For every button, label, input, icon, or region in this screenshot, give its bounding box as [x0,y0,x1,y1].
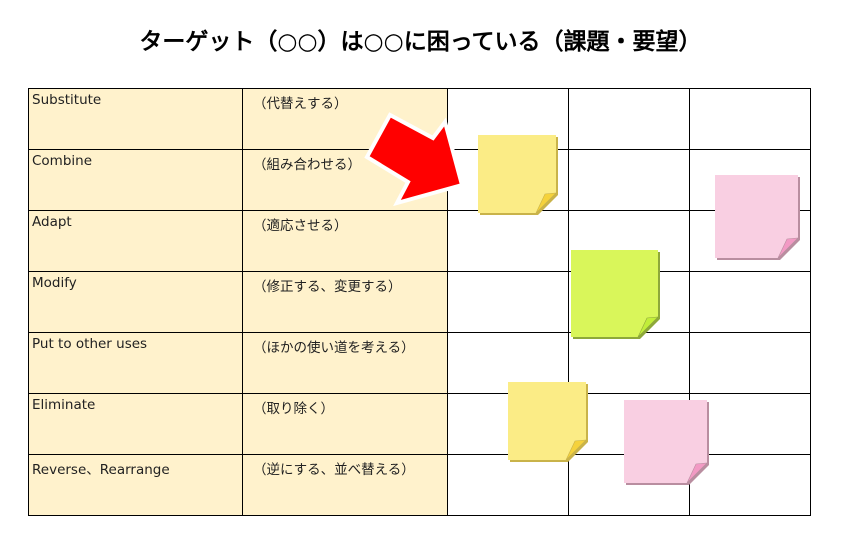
technique-description-cell[interactable]: （逆にする、並べ替える） [242,454,448,516]
technique-name-cell[interactable]: Eliminate [28,393,243,455]
technique-name-cell[interactable]: Modify [28,271,243,333]
technique-description: （適応させる） [253,218,348,234]
technique-description-cell[interactable]: （組み合わせる） [242,149,448,211]
idea-cell[interactable] [447,271,569,333]
page-title: ターゲット（○○）は○○に困っている（課題・要望） [139,29,702,55]
idea-cell[interactable] [568,149,690,211]
technique-name: Substitute [32,92,102,108]
idea-cell[interactable] [568,88,690,150]
sticky-note-pink[interactable] [715,175,801,261]
technique-name: Eliminate [32,397,96,413]
technique-name: Modify [32,275,77,291]
technique-description-cell[interactable]: （取り除く） [242,393,448,455]
technique-description-cell[interactable]: （修正する、変更する） [242,271,448,333]
idea-cell[interactable] [689,271,811,333]
idea-cell[interactable] [689,88,811,150]
sticky-note-yellow[interactable] [508,382,589,463]
table-row: Substitute （代替えする） [28,88,811,150]
table-row: Modify （修正する、変更する） [28,271,811,333]
table-row: Put to other uses （ほかの使い道を考える） [28,332,811,394]
technique-description: （取り除く） [253,401,334,417]
technique-name-cell[interactable]: Combine [28,149,243,211]
technique-name: Combine [32,153,93,169]
sticky-note-pink[interactable] [624,400,710,486]
technique-name-cell[interactable]: Substitute [28,88,243,150]
technique-description-cell[interactable]: （代替えする） [242,88,448,150]
idea-cell[interactable] [447,210,569,272]
sticky-note-green[interactable] [571,250,661,340]
technique-name: Adapt [32,214,72,230]
table-row: Adapt （適応させる） [28,210,811,272]
technique-description: （代替えする） [253,96,348,112]
technique-description: （逆にする、並べ替える） [253,462,415,478]
sticky-note-yellow[interactable] [478,135,559,216]
technique-description-cell[interactable]: （ほかの使い道を考える） [242,332,448,394]
technique-description-cell[interactable]: （適応させる） [242,210,448,272]
idea-cell[interactable] [689,332,811,394]
technique-name-cell[interactable]: Put to other uses [28,332,243,394]
technique-description: （修正する、変更する） [253,279,402,295]
technique-name-cell[interactable]: Adapt [28,210,243,272]
technique-description: （組み合わせる） [253,157,361,173]
technique-name: Reverse、Rearrange [32,462,170,478]
table-row: Combine （組み合わせる） [28,149,811,211]
technique-description: （ほかの使い道を考える） [253,340,415,356]
technique-name-cell[interactable]: Reverse、Rearrange [28,454,243,516]
technique-name: Put to other uses [32,336,148,352]
idea-cell[interactable] [447,454,569,516]
